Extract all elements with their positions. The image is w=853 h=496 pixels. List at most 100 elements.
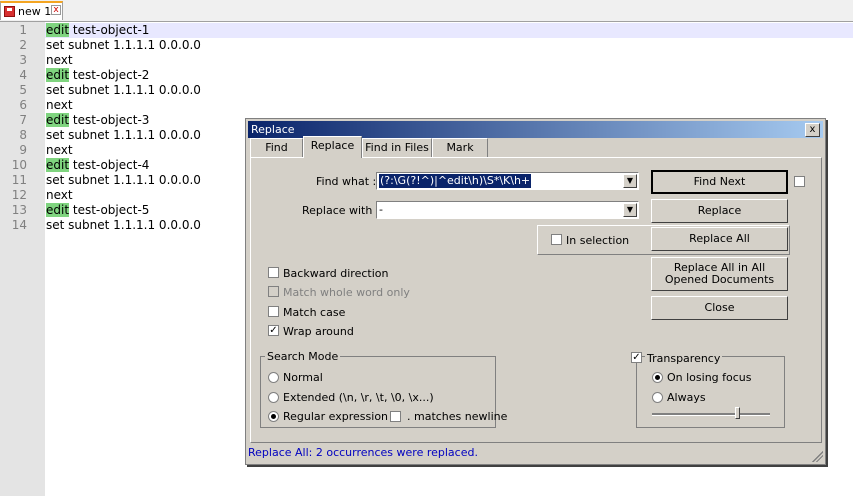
- line-number: 12: [11, 188, 27, 202]
- replace-button[interactable]: Replace: [651, 199, 788, 223]
- transparency-slider-thumb[interactable]: [735, 407, 740, 419]
- find-what-value: (?:\G(?!^)|^edit\h)\S*\K\h+: [379, 174, 532, 188]
- wrap-around-label: Wrap around: [283, 325, 354, 338]
- line-text: test-object-3: [69, 113, 150, 127]
- find-next-button[interactable]: Find Next: [651, 170, 788, 194]
- on-losing-focus-label: On losing focus: [667, 371, 752, 384]
- find-next-extra-checkbox[interactable]: [794, 176, 805, 187]
- editor-line: edit test-object-2: [46, 68, 149, 83]
- match-whole-word-checkbox: [268, 286, 279, 297]
- editor-line: set subnet 1.1.1.1 0.0.0.0: [46, 218, 201, 233]
- tab-mark[interactable]: Mark: [432, 138, 488, 157]
- normal-radio[interactable]: [268, 372, 279, 383]
- document-tab[interactable]: new 1 x: [0, 1, 63, 20]
- tab-find-in-files[interactable]: Find in Files: [362, 138, 432, 157]
- tab-replace[interactable]: Replace: [303, 136, 362, 158]
- replace-all-docs-line2: Opened Documents: [664, 273, 775, 286]
- chevron-down-icon[interactable]: ▼: [623, 203, 637, 217]
- dialog-title: Replace: [251, 123, 295, 136]
- editor-line: edit test-object-5: [46, 203, 149, 218]
- transparency-label: Transparency: [645, 352, 723, 365]
- editor-line: set subnet 1.1.1.1 0.0.0.0: [46, 173, 201, 188]
- in-selection-label: In selection: [566, 234, 630, 247]
- editor-line: edit test-object-3: [46, 113, 149, 128]
- line-text: next: [46, 53, 73, 67]
- line-text: set subnet 1.1.1.1 0.0.0.0: [46, 173, 201, 187]
- resize-grip-icon[interactable]: [812, 451, 823, 462]
- replace-with-value: -: [379, 203, 383, 216]
- line-text: next: [46, 143, 73, 157]
- search-match-highlight: edit: [46, 23, 70, 37]
- chevron-down-icon[interactable]: ▼: [623, 174, 637, 188]
- editor-line: next: [46, 188, 73, 203]
- status-message: Replace All: 2 occurrences were replaced…: [248, 446, 478, 459]
- matches-newline-checkbox[interactable]: [390, 411, 401, 422]
- search-match-highlight: edit: [46, 158, 70, 172]
- wrap-around-checkbox[interactable]: ✓: [268, 325, 279, 336]
- close-button[interactable]: Close: [651, 296, 788, 320]
- tab-title: new 1: [18, 5, 52, 18]
- regex-label: Regular expression: [283, 410, 389, 423]
- regex-radio[interactable]: [268, 411, 279, 422]
- match-case-checkbox[interactable]: [268, 306, 279, 317]
- editor-line: edit test-object-4: [46, 158, 149, 173]
- line-number-gutter: 1 2 3 4 5 6 7 8 9 10 11 12 13 14: [0, 22, 45, 496]
- extended-radio[interactable]: [268, 392, 279, 403]
- transparency-slider-track[interactable]: [652, 413, 770, 416]
- line-number: 1: [19, 23, 27, 37]
- editor-line: next: [46, 98, 73, 113]
- line-text: test-object-2: [69, 68, 150, 82]
- line-text: next: [46, 98, 73, 112]
- on-losing-focus-radio[interactable]: [652, 372, 663, 383]
- replace-with-label: Replace with :: [302, 204, 380, 217]
- extended-label: Extended (\n, \r, \t, \0, \x...): [283, 391, 434, 404]
- line-text: set subnet 1.1.1.1 0.0.0.0: [46, 83, 201, 97]
- normal-label: Normal: [283, 371, 323, 384]
- line-number: 7: [19, 113, 27, 127]
- line-number: 10: [11, 158, 27, 172]
- replace-all-button[interactable]: Replace All: [651, 227, 788, 251]
- always-label: Always: [667, 391, 706, 404]
- line-number: 4: [19, 68, 27, 82]
- replace-all-open-docs-button[interactable]: Replace All in All Opened Documents: [651, 257, 788, 291]
- backward-direction-label: Backward direction: [283, 267, 389, 280]
- line-text: test-object-4: [69, 158, 150, 172]
- tab-bar: new 1 x: [0, 0, 853, 22]
- matches-newline-label: . matches newline: [407, 410, 508, 423]
- line-text: set subnet 1.1.1.1 0.0.0.0: [46, 218, 201, 232]
- search-match-highlight: edit: [46, 203, 70, 217]
- line-number: 13: [11, 203, 27, 217]
- search-mode-label: Search Mode: [265, 350, 341, 363]
- line-number: 5: [19, 83, 27, 97]
- line-number: 6: [19, 98, 27, 112]
- line-number: 8: [19, 128, 27, 142]
- line-text: set subnet 1.1.1.1 0.0.0.0: [46, 128, 201, 142]
- always-radio[interactable]: [652, 392, 663, 403]
- editor-line: set subnet 1.1.1.1 0.0.0.0: [46, 38, 201, 53]
- transparency-checkbox[interactable]: ✓: [631, 352, 642, 363]
- line-text: next: [46, 188, 73, 202]
- line-text: test-object-1: [69, 23, 150, 37]
- unsaved-file-icon: [4, 6, 15, 17]
- in-selection-checkbox[interactable]: [551, 234, 562, 245]
- editor-line: next: [46, 53, 73, 68]
- line-number: 2: [19, 38, 27, 52]
- line-number: 14: [11, 218, 27, 232]
- editor-line: set subnet 1.1.1.1 0.0.0.0: [46, 128, 201, 143]
- replace-with-combo[interactable]: - ▼: [376, 201, 639, 219]
- search-match-highlight: edit: [46, 113, 70, 127]
- dialog-close-button[interactable]: x: [805, 123, 820, 137]
- line-number: 3: [19, 53, 27, 67]
- tab-find[interactable]: Find: [250, 138, 303, 157]
- line-text: test-object-5: [69, 203, 150, 217]
- find-what-combo[interactable]: (?:\G(?!^)|^edit\h)\S*\K\h+ ▼: [376, 172, 639, 190]
- search-match-highlight: edit: [46, 68, 70, 82]
- editor-line: set subnet 1.1.1.1 0.0.0.0: [46, 83, 201, 98]
- tab-close-icon[interactable]: x: [51, 5, 61, 15]
- current-line-highlight: [45, 23, 853, 38]
- find-what-label: Find what :: [316, 175, 377, 188]
- backward-direction-checkbox[interactable]: [268, 267, 279, 278]
- match-case-label: Match case: [283, 306, 346, 319]
- line-number: 11: [11, 173, 27, 187]
- line-number: 9: [19, 143, 27, 157]
